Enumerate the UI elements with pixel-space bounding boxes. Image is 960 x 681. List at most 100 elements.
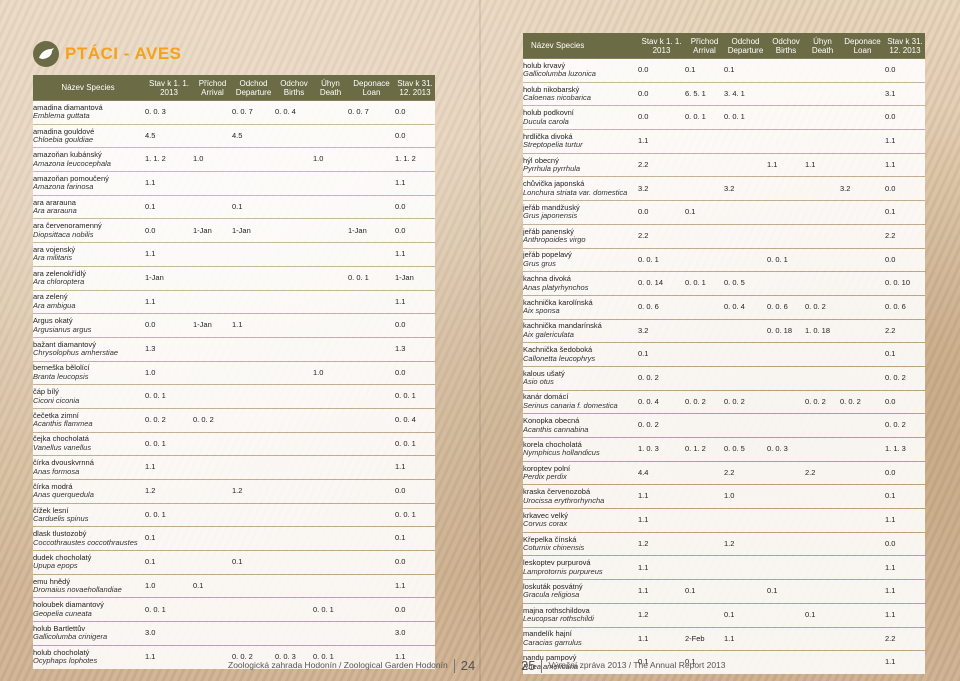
value-cell: 0. 0. 1 [145, 391, 166, 401]
species-latin-name: Perdix perdix [523, 472, 567, 482]
col-header-loan: Deponace Loan [348, 75, 395, 101]
species-name-cell: kanár domácí Serinus canaria f. domestica [523, 390, 638, 414]
value-cell [840, 461, 885, 485]
value-cell: 0. 0. 2 [885, 420, 906, 430]
species-name-cell: čírka modrá Anas querquedula [33, 480, 145, 504]
species-latin-name: Lonchura striata var. domestica [523, 187, 628, 197]
value-cell: 0. 0. 2 [840, 396, 861, 406]
value-cell [724, 556, 767, 580]
species-name-cell: holoubek diamantový Geopelia cuneata [33, 598, 145, 622]
footer-divider [541, 658, 543, 673]
value-cell [232, 266, 275, 290]
species-czech-name: mandelík hajní [523, 629, 572, 639]
species-latin-name: Streptopelia turtur [523, 140, 583, 150]
table-row: krkavec velký Corvus corax 1.1 1.1 [523, 508, 925, 533]
col-header-death: Úhyn Death [313, 75, 348, 101]
value-cell [685, 366, 724, 390]
value-cell: 0. 0. 18 [767, 325, 793, 335]
value-cell: 0. 0. 4 [724, 301, 745, 311]
table-row: ara ararauna Ara ararauna 0.1 0.1 0.0 [33, 195, 435, 219]
value-cell: 0. 0. 4 [275, 107, 296, 117]
value-cell: 1.0 [193, 154, 204, 164]
species-latin-name: Gracula religiosa [523, 590, 580, 600]
value-cell [840, 153, 885, 177]
value-cell [840, 59, 885, 83]
value-cell [193, 432, 232, 456]
species-latin-name: Coturnix chinensis [523, 543, 585, 553]
species-name-cell: holub chocholatý Ocyphaps lophotes [33, 645, 145, 668]
value-cell [232, 290, 275, 314]
value-cell: 0.0 [885, 254, 896, 264]
table-row: čejka chocholatá Vanellus vanellus 0. 0. 1… [33, 432, 435, 456]
table-row: hýl obecný Pyrrhula pyrrhula 2.2 1.1 1.1 1.1 [523, 153, 925, 177]
value-cell [767, 177, 805, 201]
value-cell [275, 385, 313, 409]
value-cell: 0. 0. 1 [395, 438, 416, 448]
species-name-cell: ara zelenokřídlý Ara chloroptera [33, 266, 145, 290]
value-cell [685, 603, 724, 627]
value-cell: 0.1 [685, 207, 696, 217]
value-cell [805, 532, 840, 556]
species-name-cell: amazoňan kubánský Amazona leucocephala [33, 148, 145, 172]
value-cell [767, 414, 805, 438]
table-row: amadina diamantová Emblema guttata 0. 0. 3… [33, 100, 435, 125]
value-cell [348, 598, 395, 622]
species-latin-name: Lamprotornis purpureus [523, 566, 603, 576]
species-latin-name: Anas platyrhynchos [523, 282, 589, 292]
value-cell [193, 480, 232, 504]
species-czech-name: kraska červenozobá [523, 487, 591, 497]
value-cell: 1. 0. 18 [805, 325, 831, 335]
species-name-cell: chůvička japonská Lonchura striata var. d… [523, 177, 638, 201]
value-cell [348, 456, 395, 480]
table-row: Konopka obecná Acanthis cannabina 0. 0. 20… [523, 413, 925, 438]
table-row: čáp bílý Ciconi ciconia 0. 0. 1 0. 0. 1 [33, 384, 435, 409]
col-header-start: Stav k 1. 1. 2013 [638, 33, 685, 59]
value-cell [685, 177, 724, 201]
value-cell [805, 651, 840, 674]
value-cell: 3. 4. 1 [724, 88, 745, 98]
value-cell: 0. 0. 10 [885, 278, 911, 288]
species-latin-name: Caloenas nicobarica [523, 93, 591, 103]
value-cell [348, 503, 395, 527]
species-name-cell: kachna divoká Anas platyrhynchos [523, 272, 638, 296]
species-latin-name: Callonetta leucophrys [523, 353, 596, 363]
value-cell: 1.0 [145, 367, 156, 377]
table-row: berneška bělolící Branta leucopsis 1.0 1.0 0… [33, 361, 435, 385]
value-cell: 0.0 [395, 225, 406, 235]
value-cell [348, 551, 395, 575]
value-cell: 1.1 [724, 633, 735, 643]
value-cell [840, 603, 885, 627]
value-cell [313, 314, 348, 338]
bird-icon [33, 41, 59, 67]
value-cell [805, 82, 840, 106]
value-cell: 0.0 [395, 367, 406, 377]
value-cell [275, 622, 313, 646]
species-latin-name: Chrysolophus amherstiae [33, 348, 119, 358]
page-title: PTÁCI - AVES [65, 44, 182, 63]
value-cell [275, 219, 313, 243]
table-row: jeřáb mandžuský Grus japonensis 0.0 0.1 0.1 [523, 200, 925, 225]
species-name-cell: čížek lesní Carduelis spinus [33, 503, 145, 527]
value-cell: 3.2 [638, 325, 649, 335]
value-cell: 0. 0. 1 [638, 254, 659, 264]
species-latin-name: Emblema guttata [33, 111, 90, 121]
value-cell: 0. 0. 5 [724, 444, 745, 454]
value-cell: 1.2 [232, 486, 243, 496]
value-cell [313, 124, 348, 148]
value-cell [767, 201, 805, 225]
value-cell: 1.0 [724, 491, 735, 501]
value-cell: 0. 0. 6 [638, 301, 659, 311]
value-cell [348, 314, 395, 338]
value-cell [232, 172, 275, 196]
value-cell [348, 527, 395, 551]
species-latin-name: Urocissa erythrorhyncha [523, 495, 605, 505]
species-name-cell: kraska červenozobá Urocissa erythrorhynch… [523, 485, 638, 509]
value-cell: 1.0 [313, 154, 324, 164]
value-cell [193, 456, 232, 480]
species-name-cell: emu hnědý Dromaius novaehollandiae [33, 574, 145, 598]
footer-divider [453, 658, 455, 673]
value-cell [232, 432, 275, 456]
value-cell: 0. 0. 7 [232, 107, 253, 117]
value-cell [685, 343, 724, 367]
species-czech-name: chůvička japonská [523, 179, 585, 189]
